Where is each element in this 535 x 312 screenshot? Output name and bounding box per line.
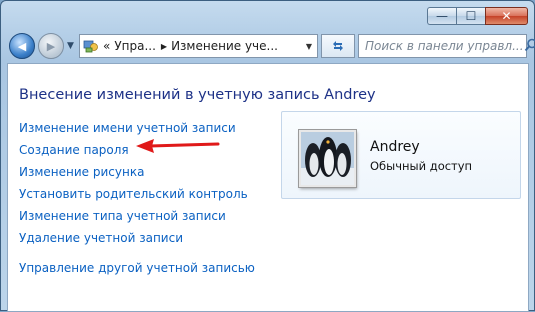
forward-arrow-icon: ▶ xyxy=(46,39,56,53)
caption-buttons: — ☐ ✕ xyxy=(427,7,528,25)
breadcrumb-current[interactable]: Изменение уче... xyxy=(171,39,278,53)
account-name: Andrey xyxy=(370,139,420,155)
back-button[interactable]: ◀ xyxy=(9,33,35,59)
breadcrumb-control-panel[interactable]: Упра... xyxy=(114,39,156,53)
link-change-picture[interactable]: Изменение рисунка xyxy=(19,165,144,179)
forward-button[interactable]: ▶ xyxy=(38,33,64,59)
link-change-account-type[interactable]: Изменение типа учетной записи xyxy=(19,209,226,223)
navigation-bar: ◀ ▶ ▼ « Упра... ▶ Изменение уче... ▼ Пои… xyxy=(1,31,535,63)
link-delete-account[interactable]: Удаление учетной записи xyxy=(19,231,183,245)
breadcrumb-separator[interactable]: ▶ xyxy=(161,42,167,51)
refresh-button[interactable] xyxy=(321,34,355,58)
page-title: Внесение изменений в учетную запись Andr… xyxy=(19,87,376,103)
title-bar: — ☐ ✕ xyxy=(1,1,534,31)
penguins-avatar xyxy=(301,132,354,185)
link-parental-controls[interactable]: Установить родительский контроль xyxy=(19,187,248,201)
link-manage-another-account[interactable]: Управление другой учетной записью xyxy=(19,261,255,275)
search-icon[interactable] xyxy=(524,37,535,56)
avatar[interactable] xyxy=(299,130,356,187)
minimize-button[interactable]: — xyxy=(427,7,456,25)
search-box[interactable]: Поиск в панели управл... xyxy=(358,34,535,58)
account-type: Обычный доступ xyxy=(370,159,473,173)
annotation-arrow xyxy=(136,139,220,153)
search-input[interactable]: Поиск в панели управл... xyxy=(365,39,524,53)
content-pane: Внесение изменений в учетную запись Andr… xyxy=(7,63,529,312)
address-overflow[interactable]: « xyxy=(103,39,110,53)
link-create-password[interactable]: Создание пароля xyxy=(19,143,129,157)
window: — ☐ ✕ ◀ ▶ ▼ « Упра... ▶ Изменение уче... xyxy=(0,0,535,312)
link-change-account-name[interactable]: Изменение имени учетной записи xyxy=(19,121,236,135)
refresh-icon xyxy=(333,41,343,51)
control-panel-icon xyxy=(83,38,99,54)
maximize-button[interactable]: ☐ xyxy=(456,7,485,25)
close-button[interactable]: ✕ xyxy=(485,7,528,25)
address-bar[interactable]: « Упра... ▶ Изменение уче... ▼ xyxy=(79,34,318,58)
address-dropdown-icon[interactable]: ▼ xyxy=(306,42,312,51)
back-arrow-icon: ◀ xyxy=(17,39,27,53)
account-card: Andrey Обычный доступ xyxy=(281,111,521,199)
recent-pages-dropdown[interactable]: ▼ xyxy=(67,41,74,51)
